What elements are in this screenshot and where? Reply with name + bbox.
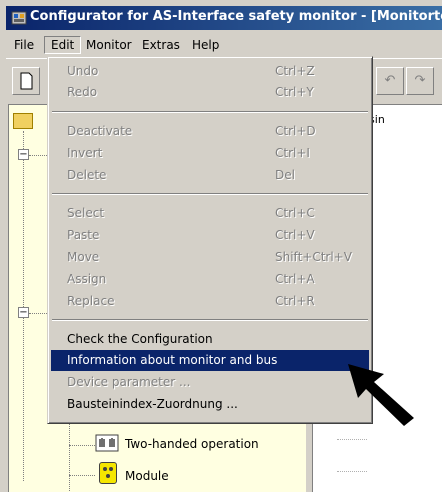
menu-item-shortcut: Ctrl+R <box>275 294 315 308</box>
menu-item-shortcut: Ctrl+I <box>275 146 310 160</box>
tree-connector <box>69 423 70 492</box>
menu-item-label: Assign <box>67 272 107 286</box>
menu-item-label: Information about monitor and bus <box>67 353 278 367</box>
undo-button[interactable]: ↶ <box>376 67 404 95</box>
new-file-button[interactable] <box>12 67 40 95</box>
menu-item-label: Check the Configuration <box>67 332 213 346</box>
menu-item-label: Delete <box>67 168 107 182</box>
app-window: Configurator for AS-Interface safety mon… <box>0 0 442 492</box>
menu-item-shortcut: Ctrl+V <box>275 228 315 242</box>
menu-item-device-parameter[interactable]: Device parameter ... <box>51 372 369 393</box>
tree-connector <box>23 131 24 481</box>
tree-connector <box>69 475 95 476</box>
menu-item-move[interactable]: Move Shift+Ctrl+V <box>51 247 369 268</box>
menu-item-label: Redo <box>67 85 98 99</box>
tree-node-module[interactable]: Module <box>125 469 169 483</box>
app-icon <box>11 11 27 25</box>
menu-item-label: Undo <box>67 64 99 78</box>
menu-item-label: Replace <box>67 294 115 308</box>
menu-item-deactivate[interactable]: Deactivate Ctrl+D <box>51 121 369 142</box>
menu-item-assign[interactable]: Assign Ctrl+A <box>51 269 369 290</box>
menu-item-label: Move <box>67 250 100 264</box>
menu-item-shortcut: Ctrl+Z <box>275 64 315 78</box>
title-bar: Configurator for AS-Interface safety mon… <box>6 6 442 30</box>
menu-file[interactable]: File <box>8 36 40 54</box>
menu-monitor[interactable]: Monitor <box>80 36 138 54</box>
redo-button[interactable]: ↷ <box>406 67 434 95</box>
menu-item-shortcut: Del <box>275 168 295 182</box>
menu-separator <box>52 319 368 321</box>
menu-extras[interactable]: Extras <box>136 36 186 54</box>
menu-item-shortcut: Ctrl+Y <box>275 85 314 99</box>
menu-separator <box>52 111 368 113</box>
menu-item-label: Device parameter ... <box>67 375 191 389</box>
menu-item-label: Paste <box>67 228 100 242</box>
menu-item-bausteinindex-zuordnung[interactable]: Bausteinindex-Zuordnung ... <box>51 394 369 415</box>
menu-item-invert[interactable]: Invert Ctrl+I <box>51 143 369 164</box>
menu-bar: File Edit Monitor Extras Help <box>6 34 442 56</box>
menu-separator <box>52 193 368 195</box>
menu-item-check-configuration[interactable]: Check the Configuration <box>51 329 369 350</box>
menu-item-label: Bausteinindex-Zuordnung ... <box>67 397 238 411</box>
collapse-icon[interactable]: − <box>18 149 29 160</box>
collapse-icon[interactable]: − <box>18 307 29 318</box>
menu-item-delete[interactable]: Delete Del <box>51 165 369 186</box>
tree-node-two-handed-operation[interactable]: Two-handed operation <box>125 437 259 451</box>
tree-connector <box>337 439 367 440</box>
folder-icon <box>13 113 33 129</box>
menu-item-select[interactable]: Select Ctrl+C <box>51 203 369 224</box>
menu-item-label: Select <box>67 206 105 220</box>
menu-edit[interactable]: Edit <box>44 36 82 54</box>
window-title: Configurator for AS-Interface safety mon… <box>30 9 442 24</box>
menu-item-undo[interactable]: Undo Ctrl+Z <box>51 61 369 82</box>
menu-item-shortcut: Shift+Ctrl+V <box>275 250 352 264</box>
tree-connector <box>69 445 95 446</box>
edit-menu-dropdown: Undo Ctrl+Z Redo Ctrl+Y Deactivate Ctrl+… <box>47 56 373 424</box>
tree-connector <box>29 155 49 156</box>
new-file-icon <box>20 72 33 90</box>
tree-connector <box>29 313 49 314</box>
menu-item-paste[interactable]: Paste Ctrl+V <box>51 225 369 246</box>
menu-item-label: Invert <box>67 146 103 160</box>
module-icon <box>99 462 117 484</box>
two-hand-icon <box>95 434 119 452</box>
tree-connector <box>337 471 367 472</box>
menu-item-replace[interactable]: Replace Ctrl+R <box>51 291 369 312</box>
menu-item-information-monitor-bus[interactable]: Information about monitor and bus <box>51 350 369 371</box>
menu-help[interactable]: Help <box>186 36 225 54</box>
menu-item-shortcut: Ctrl+A <box>275 272 315 286</box>
menu-item-redo[interactable]: Redo Ctrl+Y <box>51 82 369 103</box>
menu-item-shortcut: Ctrl+C <box>275 206 315 220</box>
undo-icon: ↶ <box>384 73 396 88</box>
redo-icon: ↷ <box>414 73 426 88</box>
menu-item-label: Deactivate <box>67 124 133 138</box>
pointer-arrow-icon <box>348 364 414 426</box>
menu-item-shortcut: Ctrl+D <box>275 124 316 138</box>
